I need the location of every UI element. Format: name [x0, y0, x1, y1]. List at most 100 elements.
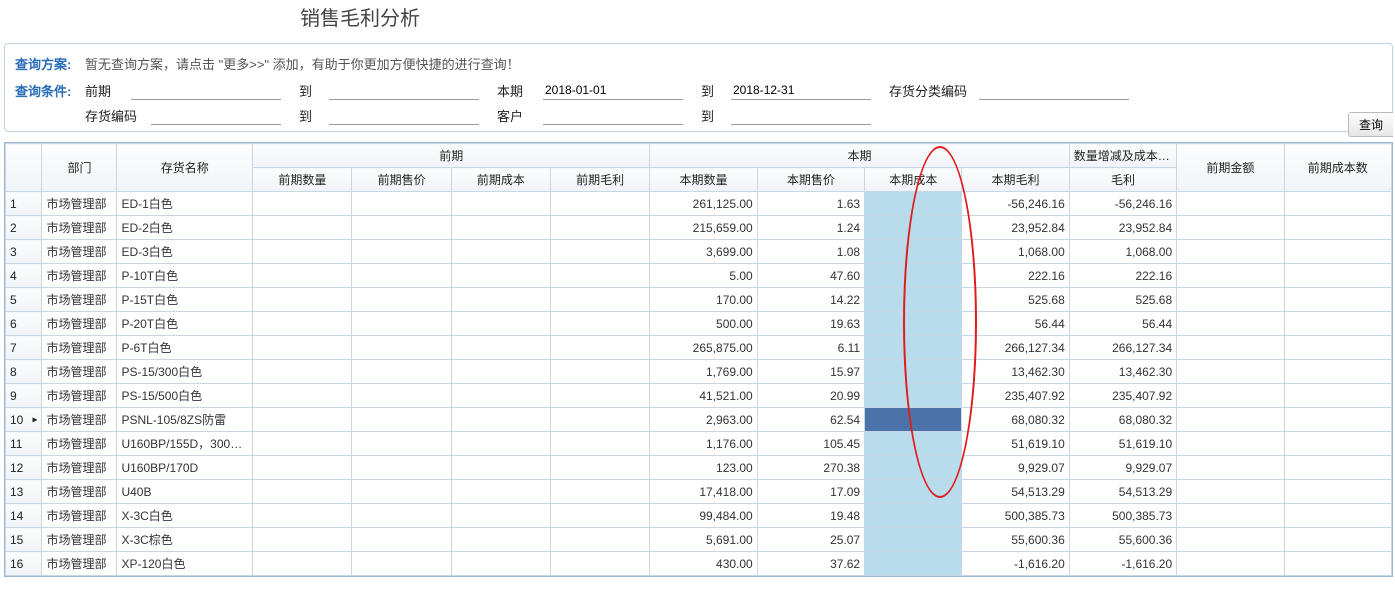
- cell-curr-qty[interactable]: 17,418.00: [650, 480, 757, 504]
- cell-curr-cost[interactable]: [865, 528, 962, 552]
- cell-curr-gp[interactable]: 68,080.32: [962, 408, 1069, 432]
- cell-curr-price[interactable]: 270.38: [757, 456, 864, 480]
- cell-prev-amount[interactable]: [1177, 552, 1284, 576]
- cell-effect-gp[interactable]: 235,407.92: [1069, 384, 1176, 408]
- cell-rownum[interactable]: 11: [6, 432, 42, 456]
- cell-dept[interactable]: 市场管理部: [42, 504, 117, 528]
- cell-prev-qty[interactable]: [253, 384, 352, 408]
- cell-prev-cost-amount[interactable]: [1284, 408, 1391, 432]
- cell-rownum[interactable]: 2: [6, 216, 42, 240]
- table-row[interactable]: 6市场管理部P-20T白色500.0019.6356.4456.44: [6, 312, 1392, 336]
- cell-prev-cost-amount[interactable]: [1284, 504, 1391, 528]
- cell-prev-price[interactable]: [352, 192, 451, 216]
- inventory-code-to-input[interactable]: [329, 107, 479, 125]
- header-prev-amount[interactable]: 前期金额: [1177, 144, 1284, 192]
- cell-curr-qty[interactable]: 265,875.00: [650, 336, 757, 360]
- cell-rownum[interactable]: 14: [6, 504, 42, 528]
- cell-curr-cost[interactable]: [865, 288, 962, 312]
- cell-prev-cost[interactable]: [451, 240, 550, 264]
- cell-curr-gp[interactable]: 235,407.92: [962, 384, 1069, 408]
- cell-curr-qty[interactable]: 3,699.00: [650, 240, 757, 264]
- cell-prev-gp[interactable]: [551, 336, 650, 360]
- table-row[interactable]: 5市场管理部P-15T白色170.0014.22525.68525.68: [6, 288, 1392, 312]
- cell-curr-gp[interactable]: 9,929.07: [962, 456, 1069, 480]
- cell-rownum[interactable]: 15: [6, 528, 42, 552]
- cell-curr-cost[interactable]: [865, 408, 962, 432]
- cell-dept[interactable]: 市场管理部: [42, 528, 117, 552]
- cell-prev-gp[interactable]: [551, 504, 650, 528]
- cell-dept[interactable]: 市场管理部: [42, 264, 117, 288]
- cell-prev-cost-amount[interactable]: [1284, 528, 1391, 552]
- cell-prev-cost[interactable]: [451, 360, 550, 384]
- cell-prev-price[interactable]: [352, 528, 451, 552]
- table-row[interactable]: 9市场管理部PS-15/500白色41,521.0020.99235,407.9…: [6, 384, 1392, 408]
- header-curr-cost[interactable]: 本期成本: [865, 168, 962, 192]
- cell-prev-cost-amount[interactable]: [1284, 240, 1391, 264]
- cell-dept[interactable]: 市场管理部: [42, 336, 117, 360]
- cell-dept[interactable]: 市场管理部: [42, 384, 117, 408]
- cell-effect-gp[interactable]: 500,385.73: [1069, 504, 1176, 528]
- customer-to-input[interactable]: [731, 107, 871, 125]
- cell-effect-gp[interactable]: 9,929.07: [1069, 456, 1176, 480]
- cell-curr-cost[interactable]: [865, 192, 962, 216]
- cell-curr-qty[interactable]: 430.00: [650, 552, 757, 576]
- cell-prev-price[interactable]: [352, 264, 451, 288]
- cell-dept[interactable]: 市场管理部: [42, 192, 117, 216]
- cell-curr-qty[interactable]: 170.00: [650, 288, 757, 312]
- cell-curr-cost[interactable]: [865, 336, 962, 360]
- cell-curr-gp[interactable]: -56,246.16: [962, 192, 1069, 216]
- cell-rownum[interactable]: 13: [6, 480, 42, 504]
- cell-prev-amount[interactable]: [1177, 264, 1284, 288]
- cell-prev-amount[interactable]: [1177, 360, 1284, 384]
- header-dept[interactable]: 部门: [42, 144, 117, 192]
- cell-prev-gp[interactable]: [551, 360, 650, 384]
- cell-name[interactable]: PS-15/300白色: [117, 360, 253, 384]
- cell-prev-price[interactable]: [352, 336, 451, 360]
- cell-prev-cost[interactable]: [451, 456, 550, 480]
- cell-prev-cost[interactable]: [451, 384, 550, 408]
- cell-effect-gp[interactable]: 56.44: [1069, 312, 1176, 336]
- cell-prev-price[interactable]: [352, 216, 451, 240]
- cell-effect-gp[interactable]: 222.16: [1069, 264, 1176, 288]
- table-row[interactable]: 1市场管理部ED-1白色261,125.001.63-56,246.16-56,…: [6, 192, 1392, 216]
- cell-prev-qty[interactable]: [253, 456, 352, 480]
- cell-effect-gp[interactable]: 266,127.34: [1069, 336, 1176, 360]
- cell-effect-gp[interactable]: -56,246.16: [1069, 192, 1176, 216]
- cell-prev-price[interactable]: [352, 384, 451, 408]
- customer-from-input[interactable]: [543, 107, 683, 125]
- cell-curr-price[interactable]: 1.08: [757, 240, 864, 264]
- cell-prev-qty[interactable]: [253, 504, 352, 528]
- header-curr-gp[interactable]: 本期毛利: [962, 168, 1069, 192]
- cell-name[interactable]: PS-15/500白色: [117, 384, 253, 408]
- cell-curr-cost[interactable]: [865, 456, 962, 480]
- prev-period-to-input[interactable]: [329, 82, 479, 100]
- table-row[interactable]: 11市场管理部U160BP/155D，300，…1,176.00105.4551…: [6, 432, 1392, 456]
- cell-curr-qty[interactable]: 2,963.00: [650, 408, 757, 432]
- cell-effect-gp[interactable]: -1,616.20: [1069, 552, 1176, 576]
- cell-prev-price[interactable]: [352, 408, 451, 432]
- cell-prev-price[interactable]: [352, 240, 451, 264]
- cell-prev-cost-amount[interactable]: [1284, 264, 1391, 288]
- header-prev-cost-amount[interactable]: 前期成本数: [1284, 144, 1391, 192]
- cell-prev-price[interactable]: [352, 288, 451, 312]
- cell-dept[interactable]: 市场管理部: [42, 552, 117, 576]
- cell-prev-amount[interactable]: [1177, 216, 1284, 240]
- cell-prev-cost[interactable]: [451, 552, 550, 576]
- cell-curr-qty[interactable]: 5.00: [650, 264, 757, 288]
- cell-prev-gp[interactable]: [551, 192, 650, 216]
- cell-prev-cost[interactable]: [451, 312, 550, 336]
- cell-curr-price[interactable]: 105.45: [757, 432, 864, 456]
- cell-prev-gp[interactable]: [551, 288, 650, 312]
- cell-name[interactable]: X-3C棕色: [117, 528, 253, 552]
- table-row[interactable]: 13市场管理部U40B17,418.0017.0954,513.2954,513…: [6, 480, 1392, 504]
- table-row[interactable]: 4市场管理部P-10T白色5.0047.60222.16222.16: [6, 264, 1392, 288]
- cell-prev-price[interactable]: [352, 456, 451, 480]
- cell-effect-gp[interactable]: 23,952.84: [1069, 216, 1176, 240]
- cell-prev-price[interactable]: [352, 480, 451, 504]
- cell-rownum[interactable]: 10▸: [6, 408, 42, 432]
- cell-prev-gp[interactable]: [551, 408, 650, 432]
- cell-prev-qty[interactable]: [253, 552, 352, 576]
- cell-curr-cost[interactable]: [865, 264, 962, 288]
- cell-rownum[interactable]: 12: [6, 456, 42, 480]
- cell-prev-amount[interactable]: [1177, 408, 1284, 432]
